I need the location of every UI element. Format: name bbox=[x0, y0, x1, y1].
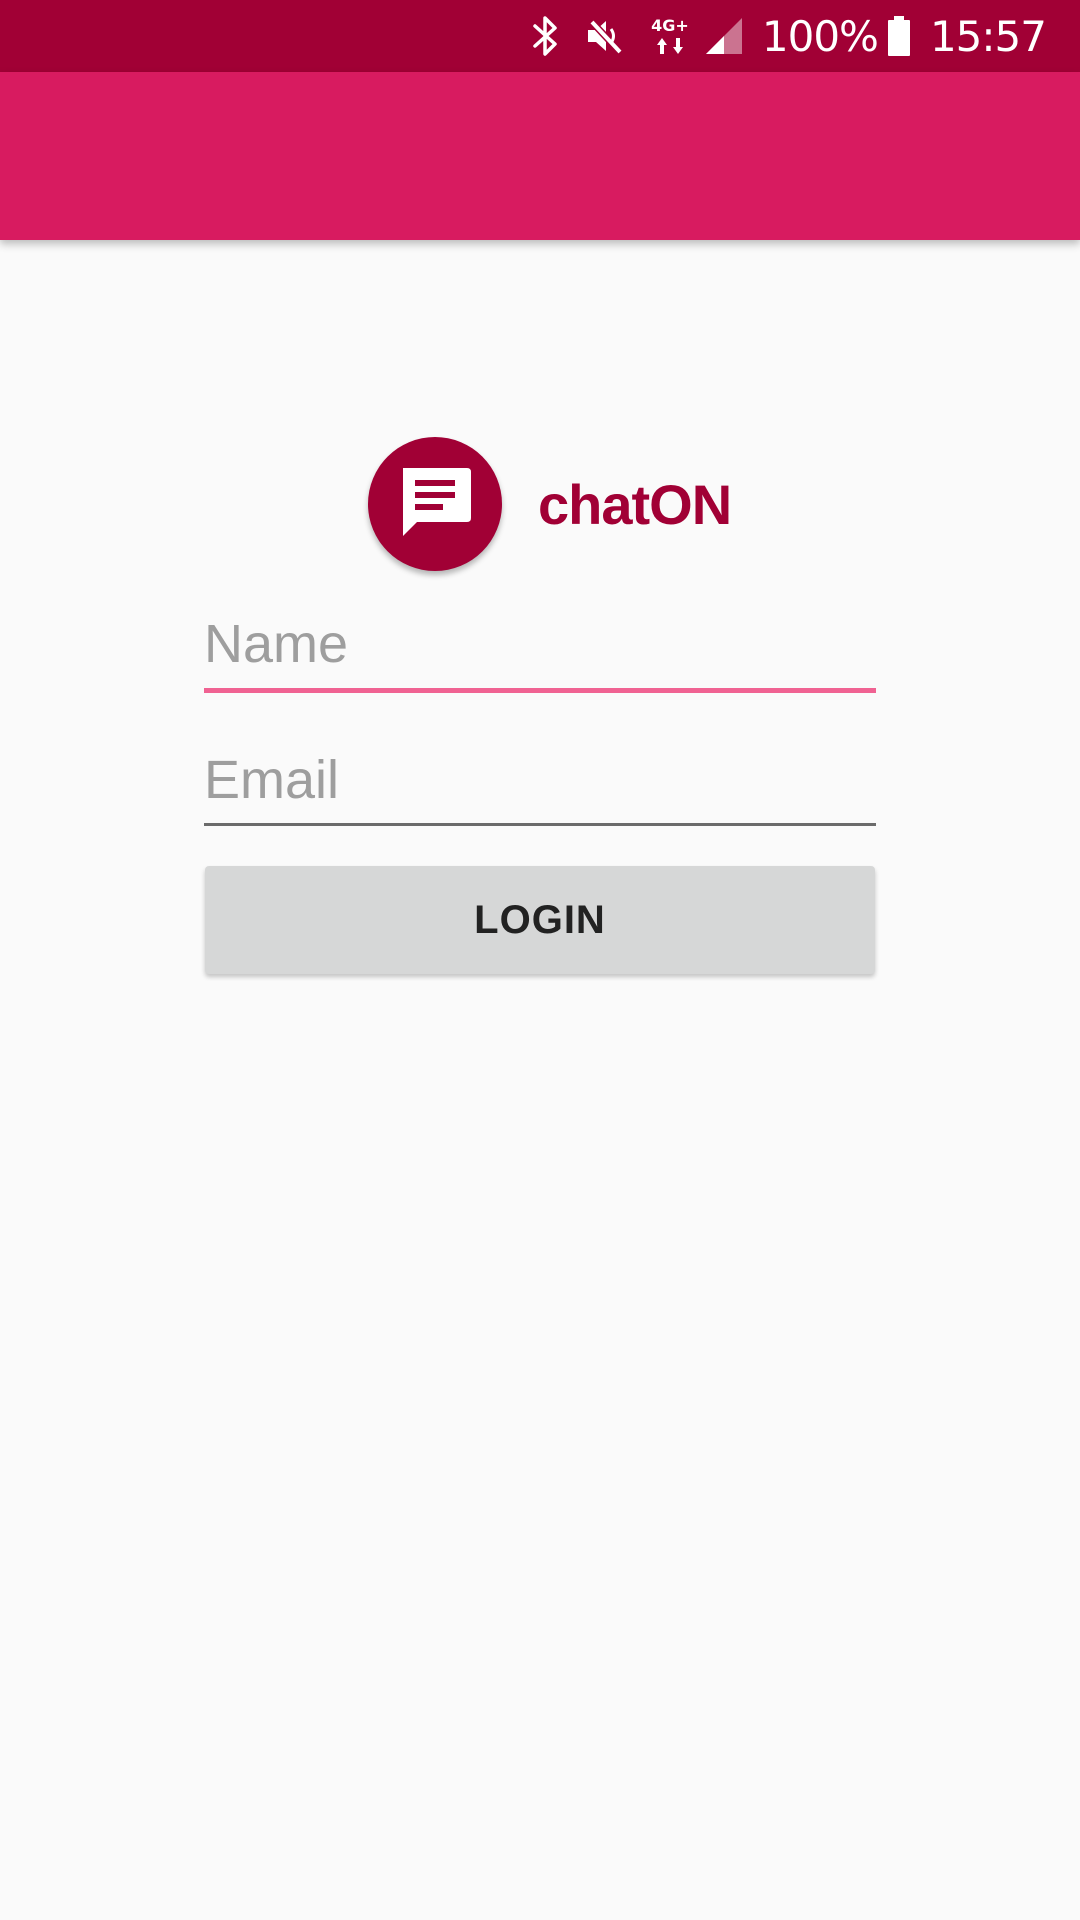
clock-time: 15:57 bbox=[929, 11, 1047, 61]
email-field-underline bbox=[204, 823, 876, 826]
bluetooth-icon bbox=[528, 0, 564, 72]
mute-icon bbox=[582, 0, 626, 72]
status-bar: 4G+ 100% 15:57 bbox=[0, 0, 1080, 72]
app-logo-row: chatON bbox=[368, 437, 732, 571]
name-field-container bbox=[204, 608, 876, 693]
email-field-container bbox=[204, 744, 876, 826]
name-field[interactable] bbox=[204, 608, 876, 680]
name-field-underline bbox=[204, 688, 876, 693]
battery-icon bbox=[886, 0, 912, 72]
network-label: 4G+ bbox=[651, 16, 689, 35]
app-bar bbox=[0, 72, 1080, 240]
chat-bubble-icon bbox=[403, 468, 471, 536]
signal-icon bbox=[702, 0, 746, 72]
network-4g-plus-icon: 4G+ bbox=[648, 0, 692, 72]
app-logo bbox=[368, 437, 502, 571]
battery-percent: 100% bbox=[761, 11, 879, 61]
login-button[interactable]: LOGIN bbox=[205, 866, 875, 974]
email-field[interactable] bbox=[204, 744, 876, 816]
app-name: chatON bbox=[538, 472, 732, 536]
